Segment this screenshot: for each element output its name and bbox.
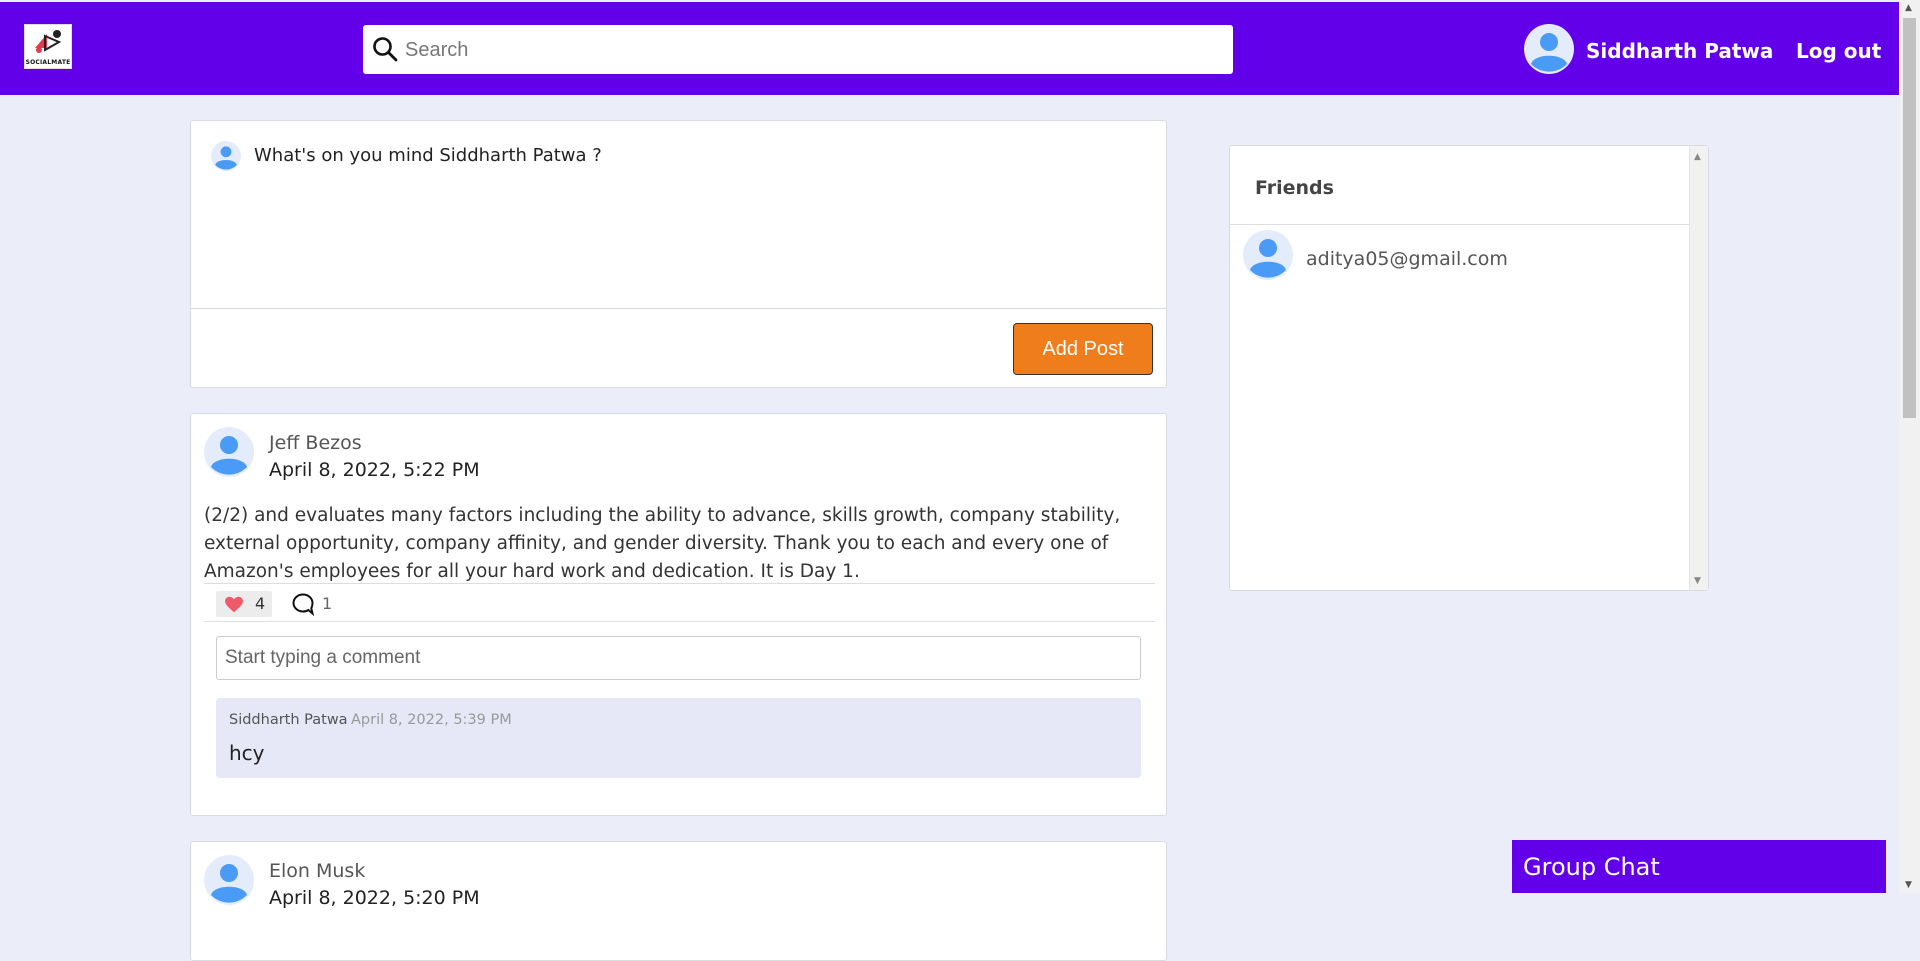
group-chat-button[interactable]: Group Chat bbox=[1512, 840, 1886, 893]
scrollbar-thumb[interactable] bbox=[1903, 18, 1916, 418]
composer-textarea[interactable]: What's on you mind Siddharth Patwa ? bbox=[254, 145, 602, 166]
search-bar[interactable] bbox=[363, 25, 1233, 76]
comment-icon bbox=[292, 593, 315, 617]
post-date: April 8, 2022, 5:20 PM bbox=[269, 887, 480, 909]
friend-avatar-icon[interactable] bbox=[1243, 230, 1293, 280]
post-card: Elon Musk April 8, 2022, 5:20 PM bbox=[190, 841, 1167, 961]
comment-text: hcy bbox=[229, 741, 265, 765]
friends-panel: Friends aditya05@gmail.com ▲ ▼ bbox=[1229, 145, 1709, 591]
composer-avatar-icon bbox=[211, 141, 241, 171]
post-date: April 8, 2022, 5:22 PM bbox=[269, 459, 480, 481]
comment-time: April 8, 2022, 5:39 PM bbox=[351, 712, 512, 728]
friends-scrollbar[interactable]: ▲ ▼ bbox=[1689, 146, 1708, 590]
search-input[interactable] bbox=[403, 25, 1227, 76]
scroll-up-icon[interactable]: ▲ bbox=[1694, 152, 1701, 162]
friends-divider bbox=[1230, 224, 1689, 225]
post-text: (2/2) and evaluates many factors includi… bbox=[204, 505, 1121, 582]
author-avatar-icon[interactable] bbox=[204, 855, 254, 905]
friend-item-email[interactable]: aditya05@gmail.com bbox=[1306, 248, 1508, 270]
post-composer: What's on you mind Siddharth Patwa ? Add… bbox=[190, 120, 1167, 388]
friends-title: Friends bbox=[1255, 177, 1334, 199]
post-author[interactable]: Elon Musk bbox=[269, 860, 365, 882]
scroll-down-icon[interactable]: ▼ bbox=[1694, 576, 1701, 586]
post-author[interactable]: Jeff Bezos bbox=[269, 432, 362, 454]
logo-icon bbox=[35, 30, 62, 53]
add-post-button[interactable]: Add Post bbox=[1013, 323, 1153, 375]
group-chat-label: Group Chat bbox=[1523, 853, 1660, 881]
logo-text: SOCIALMATE bbox=[25, 59, 71, 66]
post-card: Jeff Bezos April 8, 2022, 5:22 PM (2/2) … bbox=[190, 413, 1167, 816]
comment-input[interactable] bbox=[216, 636, 1141, 680]
comment-item: Siddharth Patwa April 8, 2022, 5:39 PM h… bbox=[216, 698, 1141, 778]
heart-icon bbox=[225, 596, 243, 613]
socialmate-logo[interactable]: SOCIALMATE bbox=[24, 24, 72, 69]
comment-count: 1 bbox=[322, 594, 333, 613]
like-count: 4 bbox=[255, 594, 266, 613]
header-user-name[interactable]: Siddharth Patwa bbox=[1586, 39, 1773, 63]
composer-divider bbox=[191, 308, 1166, 309]
like-button[interactable]: 4 bbox=[216, 591, 272, 617]
user-avatar-icon[interactable] bbox=[1524, 24, 1574, 74]
page-scrollbar[interactable]: ▲ ▼ bbox=[1899, 0, 1920, 893]
logout-button[interactable]: Log out bbox=[1796, 39, 1881, 63]
author-avatar-icon[interactable] bbox=[204, 427, 254, 477]
comment-button[interactable]: 1 bbox=[291, 592, 332, 620]
scroll-down-icon[interactable]: ▼ bbox=[1905, 880, 1912, 890]
post-divider bbox=[204, 583, 1155, 584]
top-navbar: SOCIALMATE Siddharth Patwa Log out bbox=[0, 2, 1899, 95]
scroll-up-icon[interactable]: ▲ bbox=[1905, 3, 1912, 13]
comment-author[interactable]: Siddharth Patwa bbox=[229, 712, 348, 728]
search-icon bbox=[373, 37, 398, 62]
post-divider bbox=[204, 621, 1155, 622]
